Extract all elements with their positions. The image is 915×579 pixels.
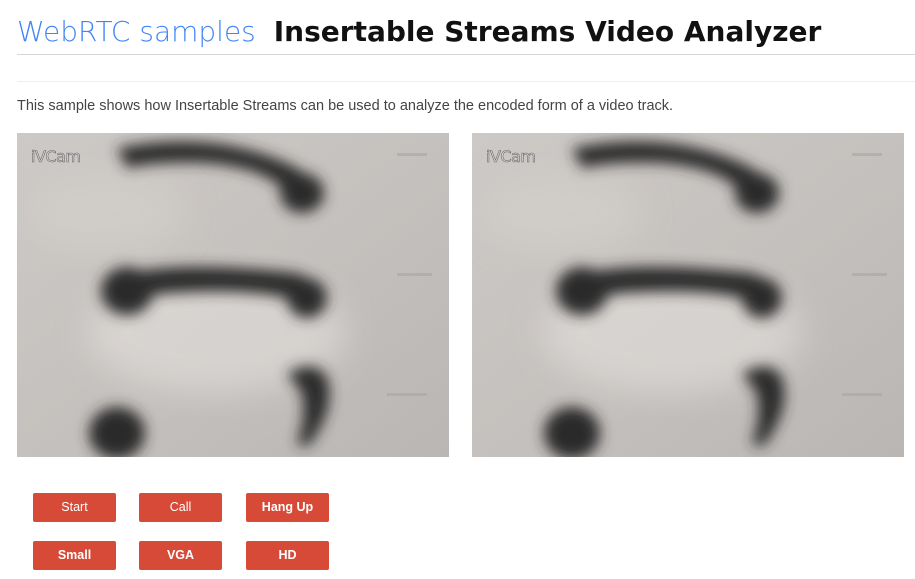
- video-watermark: iVCam: [486, 147, 537, 167]
- section-divider: [17, 81, 915, 82]
- page-header: WebRTC samples Insertable Streams Video …: [17, 6, 915, 56]
- site-title-link[interactable]: WebRTC samples: [17, 15, 256, 48]
- vga-resolution-button[interactable]: VGA: [139, 541, 222, 570]
- hang-up-button[interactable]: Hang Up: [246, 493, 329, 522]
- call-button[interactable]: Call: [139, 493, 222, 522]
- header-divider: [17, 54, 915, 55]
- video-watermark: iVCam: [31, 147, 82, 167]
- local-video: iVCam: [17, 133, 449, 457]
- small-resolution-button[interactable]: Small: [33, 541, 116, 570]
- start-button[interactable]: Start: [33, 493, 116, 522]
- hd-resolution-button[interactable]: HD: [246, 541, 329, 570]
- page-title: Insertable Streams Video Analyzer: [273, 14, 822, 48]
- sample-description: This sample shows how Insertable Streams…: [17, 98, 674, 114]
- remote-video-frame: [472, 133, 904, 457]
- local-video-frame: [17, 133, 449, 457]
- remote-video: iVCam: [472, 133, 904, 457]
